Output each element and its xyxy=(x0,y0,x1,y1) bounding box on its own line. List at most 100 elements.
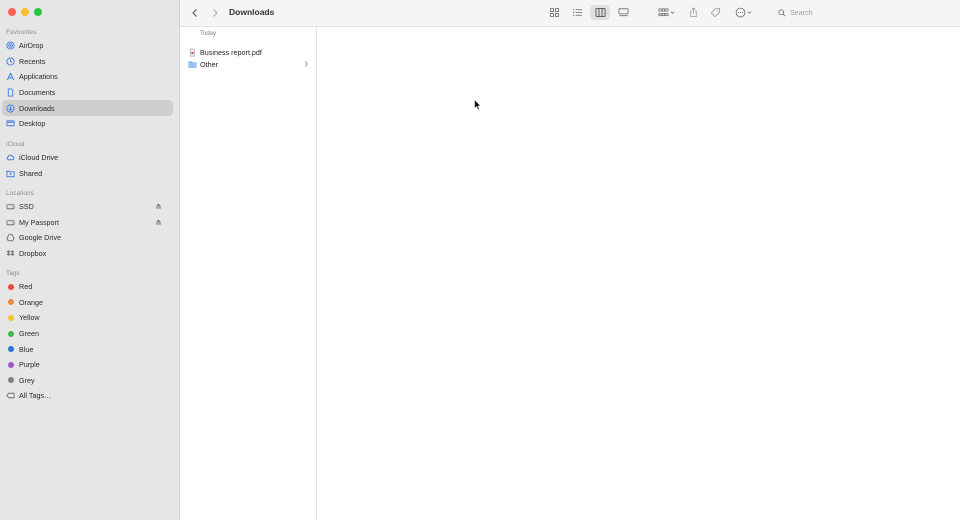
sidebar-item-label: Recents xyxy=(19,56,46,66)
icon-view-button[interactable] xyxy=(546,5,562,20)
tag-color-dot xyxy=(7,361,14,368)
sidebar-item-label: Green xyxy=(19,329,39,339)
chevron-down-icon xyxy=(670,11,674,14)
clock-icon xyxy=(6,57,15,66)
drive-icon xyxy=(6,218,15,227)
file-row-other[interactable]: Other xyxy=(188,58,312,70)
zoom-window-button[interactable] xyxy=(34,8,42,16)
chevron-left-icon xyxy=(192,9,197,17)
minimize-window-button[interactable] xyxy=(21,8,29,16)
sidebar-item-label: Downloads xyxy=(19,103,55,113)
drive-icon xyxy=(6,202,15,211)
share-icon xyxy=(689,7,697,18)
tag-color-dot xyxy=(7,377,14,384)
share-button[interactable] xyxy=(686,5,700,20)
group-header-today: Today xyxy=(200,31,217,37)
window-title: Downloads xyxy=(229,7,275,17)
tag-icon xyxy=(710,7,720,18)
mouse-cursor-icon xyxy=(474,99,482,111)
sidebar-item-label: SSD xyxy=(19,202,34,212)
eject-icon[interactable] xyxy=(155,202,162,210)
column-view-icon xyxy=(595,7,605,18)
sidebar-item-label: Documents xyxy=(19,88,56,98)
sidebar-section-locations: Locations SSD My Passport Google Drive D… xyxy=(0,189,180,261)
airdrop-icon xyxy=(6,41,15,50)
sidebar-section-tags: Tags Red Orange Yellow Green Blue Purple… xyxy=(0,269,180,404)
cloud-icon xyxy=(6,153,15,162)
sidebar-item-label: Blue xyxy=(19,344,34,354)
sidebar-item-label: All Tags… xyxy=(19,391,52,401)
sidebar-tag-green[interactable]: Green xyxy=(0,326,174,342)
sidebar-item-label: Desktop xyxy=(19,119,46,129)
ellipsis-circle-icon xyxy=(735,7,745,18)
close-window-button[interactable] xyxy=(8,8,16,16)
google-drive-icon xyxy=(6,233,15,242)
sidebar-item-all-tags[interactable]: All Tags… xyxy=(0,388,174,404)
sidebar-item-desktop[interactable]: Desktop xyxy=(0,116,174,132)
sidebar-section-favourites: Favourites AirDrop Recents Applications xyxy=(0,28,180,132)
sidebar-item-documents[interactable]: Documents xyxy=(0,85,174,101)
sidebar-item-google-drive[interactable]: Google Drive xyxy=(0,230,174,246)
sidebar-tag-yellow[interactable]: Yellow xyxy=(0,310,174,326)
sidebar-item-downloads[interactable]: Downloads xyxy=(2,100,173,116)
search-field[interactable] xyxy=(774,5,954,20)
grid-group-icon xyxy=(658,8,668,17)
column-pane: Today Business report.pdf Other xyxy=(180,27,317,520)
sidebar: Favourites AirDrop Recents Applications xyxy=(0,0,180,520)
sidebar-item-label: Red xyxy=(19,282,33,292)
sidebar-item-airdrop[interactable]: AirDrop xyxy=(0,38,174,54)
sidebar-tag-grey[interactable]: Grey xyxy=(0,373,174,389)
sidebar-item-label: Yellow xyxy=(19,313,40,323)
sidebar-tag-orange[interactable]: Orange xyxy=(0,295,174,311)
sidebar-header-tags: Tags xyxy=(6,270,20,277)
chevron-down-icon xyxy=(747,11,751,14)
column-view-button[interactable] xyxy=(590,5,610,20)
finder-window: Favourites AirDrop Recents Applications xyxy=(0,0,960,520)
icon-view-icon xyxy=(549,7,559,18)
empty-column-area[interactable] xyxy=(318,27,960,520)
sidebar-tag-red[interactable]: Red xyxy=(0,279,174,295)
dropbox-icon xyxy=(6,249,15,258)
more-actions-button[interactable] xyxy=(732,5,754,20)
tag-color-dot xyxy=(7,314,14,321)
gallery-view-button[interactable] xyxy=(615,5,631,20)
tag-color-dot xyxy=(7,299,14,306)
sidebar-item-icloud-drive[interactable]: iCloud Drive xyxy=(0,150,174,166)
sidebar-item-applications[interactable]: Applications xyxy=(0,69,174,85)
sidebar-header-icloud: iCloud xyxy=(6,141,25,148)
toolbar: Downloads xyxy=(180,0,960,27)
all-tags-icon xyxy=(6,391,15,400)
sidebar-item-label: AirDrop xyxy=(19,41,44,51)
sidebar-header-locations: Locations xyxy=(6,190,34,197)
sidebar-item-label: Purple xyxy=(19,360,40,370)
sidebar-item-label: Google Drive xyxy=(19,233,61,243)
document-icon xyxy=(6,88,15,97)
sidebar-item-label: Dropbox xyxy=(19,249,47,259)
pdf-file-icon xyxy=(188,48,197,57)
applications-icon xyxy=(6,72,15,81)
sidebar-item-label: My Passport xyxy=(19,217,59,227)
group-by-button[interactable] xyxy=(655,5,677,20)
sidebar-tag-blue[interactable]: Blue xyxy=(0,341,174,357)
back-button[interactable] xyxy=(188,6,202,20)
eject-icon[interactable] xyxy=(155,218,162,226)
sidebar-item-ssd[interactable]: SSD xyxy=(0,199,174,215)
sidebar-item-label: iCloud Drive xyxy=(19,153,59,163)
sidebar-item-dropbox[interactable]: Dropbox xyxy=(0,246,174,262)
list-view-button[interactable] xyxy=(569,5,585,20)
file-name: Business report.pdf xyxy=(200,47,262,57)
sidebar-item-shared[interactable]: Shared xyxy=(0,166,174,182)
search-input[interactable] xyxy=(790,8,940,17)
sidebar-item-recents[interactable]: Recents xyxy=(0,54,174,70)
shared-folder-icon xyxy=(6,169,15,178)
forward-button[interactable] xyxy=(208,6,222,20)
tags-button[interactable] xyxy=(708,5,722,20)
gallery-view-icon xyxy=(618,8,628,17)
sidebar-item-my-passport[interactable]: My Passport xyxy=(0,215,174,231)
window-controls xyxy=(8,8,42,16)
file-name: Other xyxy=(200,59,218,69)
sidebar-tag-purple[interactable]: Purple xyxy=(0,357,174,373)
sidebar-header-favourites: Favourites xyxy=(6,29,37,36)
file-row-business-report[interactable]: Business report.pdf xyxy=(188,46,312,58)
tag-color-dot xyxy=(7,346,14,353)
